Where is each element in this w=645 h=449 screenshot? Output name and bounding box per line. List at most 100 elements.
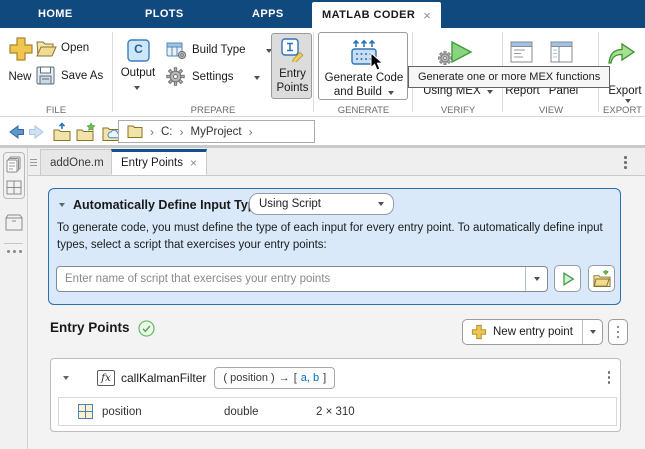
new-folder-icon[interactable]: [76, 122, 97, 142]
drag-grip-icon[interactable]: [30, 157, 37, 168]
rail-divider: [4, 243, 23, 244]
save-as-icon[interactable]: [36, 66, 55, 85]
output-c-icon[interactable]: C: [127, 39, 150, 62]
check-icon: [138, 320, 155, 337]
ribbon-tab-plots[interactable]: PLOTS: [145, 0, 184, 28]
grid-view-icon[interactable]: [6, 180, 22, 195]
entry-points-button[interactable]: Entry Points: [271, 33, 312, 99]
breadcrumb[interactable]: › C: › MyProject ›: [118, 120, 315, 143]
variable-size: 2 × 310: [316, 406, 355, 418]
section-divider: [112, 32, 113, 112]
output-button[interactable]: Output: [115, 67, 161, 79]
variable-name: position: [102, 406, 202, 418]
settings-gear-icon[interactable]: [166, 67, 185, 86]
panel-description: To generate code, you must define the ty…: [57, 220, 617, 254]
ribbon-tab-home[interactable]: HOME: [38, 0, 73, 28]
mouse-cursor: [370, 52, 384, 71]
signature-outputs: a, b: [301, 372, 319, 384]
chevron-down-icon[interactable]: [254, 76, 260, 80]
ribbon-tab-matlab-coder-label: MATLAB CODER: [322, 9, 415, 21]
entry-points-icon: [281, 38, 305, 62]
report-icon[interactable]: [510, 41, 534, 64]
define-input-types-panel: Automatically Define Input Types Using S…: [48, 188, 621, 305]
settings-button[interactable]: Settings: [192, 71, 234, 83]
back-icon[interactable]: [8, 125, 25, 139]
tab-entry-points-label: Entry Points: [121, 157, 183, 169]
entry-points-menu-button[interactable]: [608, 319, 628, 345]
matlab-coder-window: HOME PLOTS APPS MATLAB CODER × New Open: [0, 0, 645, 449]
save-as-button[interactable]: Save As: [61, 70, 103, 82]
up-folder-icon[interactable]: [52, 122, 72, 142]
script-dropdown-icon[interactable]: [525, 267, 547, 291]
new-entry-point-label: New entry point: [493, 326, 573, 338]
build-type-icon[interactable]: [166, 41, 187, 60]
breadcrumb-separator: ›: [150, 125, 154, 139]
generate-code-button[interactable]: Generate Code and Build: [318, 32, 408, 100]
entry-points-heading: Entry Points: [50, 320, 130, 335]
output-icon-letter: C: [127, 42, 150, 56]
new-button[interactable]: New: [0, 71, 40, 83]
script-name-input[interactable]: [57, 267, 525, 291]
panel-title: Automatically Define Input Types: [73, 198, 269, 212]
generate-code-label: Generate Code and Build: [319, 71, 409, 99]
signature-inputs: ( position ): [223, 372, 274, 384]
signature-bracket-open: [: [294, 372, 297, 384]
new-entry-point-dropdown[interactable]: [582, 320, 602, 344]
section-label-file: FILE: [0, 105, 112, 116]
breadcrumb-separator: ›: [180, 125, 184, 139]
more-options-icon[interactable]: [7, 250, 22, 253]
function-signature-badge: ( position ) → [ a, b ]: [214, 367, 335, 389]
tab-options-menu-icon[interactable]: [624, 156, 627, 169]
forward-icon[interactable]: [28, 125, 45, 139]
input-types-mode-dropdown[interactable]: Using Script: [249, 193, 394, 215]
export-icon[interactable]: [606, 40, 636, 65]
breadcrumb-drive[interactable]: C:: [161, 126, 173, 138]
close-icon[interactable]: ×: [423, 8, 431, 23]
variable-row[interactable]: position double 2 × 310: [58, 397, 617, 426]
breadcrumb-folder[interactable]: MyProject: [191, 126, 242, 138]
new-plus-icon[interactable]: [8, 36, 34, 62]
tab-entry-points[interactable]: Entry Points ×: [111, 149, 207, 175]
section-label-export: EXPORT: [600, 105, 645, 116]
chevron-down-icon: [487, 90, 493, 94]
matrix-icon: [78, 404, 93, 419]
address-bar: › C: › MyProject ›: [0, 118, 645, 146]
kebab-menu-icon: [617, 326, 620, 339]
side-rail: [0, 148, 28, 449]
new-entry-point-button[interactable]: New entry point: [462, 319, 603, 345]
section-label-prepare: PREPARE: [113, 105, 313, 116]
signature-bracket-close: ]: [323, 372, 326, 384]
script-input-combo: [56, 266, 548, 292]
section-label-generate: GENERATE: [315, 105, 412, 116]
archive-box-icon[interactable]: [5, 214, 23, 231]
browse-script-button[interactable]: [588, 265, 615, 292]
entry-point-card: fx callKalmanFilter ( position ) → [ a, …: [50, 358, 621, 432]
breadcrumb-separator: ›: [249, 125, 253, 139]
using-mex-icon[interactable]: [437, 39, 475, 67]
variable-type: double: [224, 406, 314, 418]
documents-icon[interactable]: [6, 156, 22, 173]
chevron-down-icon[interactable]: [625, 99, 631, 103]
open-button[interactable]: Open: [61, 42, 89, 54]
build-type-button[interactable]: Build Type: [192, 44, 246, 56]
tab-addone-label: addOne.m: [50, 157, 104, 169]
plus-icon: [471, 324, 487, 340]
card-menu-icon[interactable]: [608, 371, 611, 384]
tooltip: Generate one or more MEX functions: [408, 66, 610, 88]
run-script-button[interactable]: [554, 265, 581, 292]
section-label-view: VIEW: [504, 105, 598, 116]
dropdown-value: Using Script: [259, 198, 321, 210]
section-label-verify: VERIFY: [414, 105, 502, 116]
entry-point-card-header[interactable]: fx callKalmanFilter ( position ) → [ a, …: [51, 359, 620, 396]
ribbon-tab-matlab-coder[interactable]: MATLAB CODER ×: [312, 2, 441, 28]
function-name: callKalmanFilter: [121, 371, 206, 385]
ribbon-tab-apps[interactable]: APPS: [252, 0, 284, 28]
open-folder-icon[interactable]: [36, 40, 57, 57]
function-icon: fx: [97, 370, 115, 386]
collapse-icon[interactable]: [63, 376, 69, 380]
chevron-down-icon[interactable]: [134, 86, 140, 90]
chevron-down-icon: [388, 91, 394, 95]
panel-icon[interactable]: [550, 41, 574, 64]
close-icon[interactable]: ×: [190, 156, 197, 170]
collapse-icon[interactable]: [59, 203, 65, 207]
